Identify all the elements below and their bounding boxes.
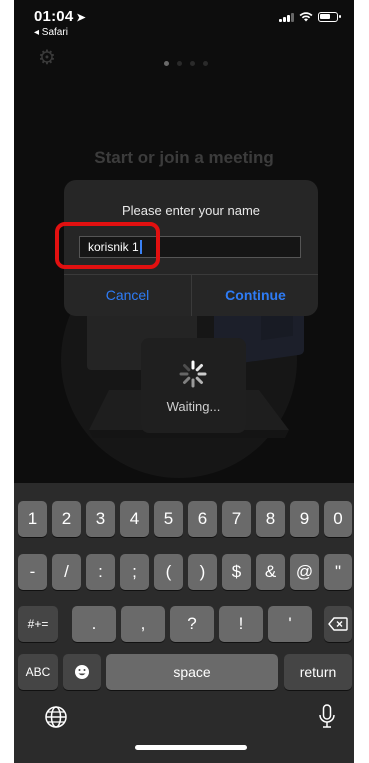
keyboard: 1 2 3 4 5 6 7 8 9 0 - / : ; ( ) $ & @ " … — [14, 483, 354, 763]
key-ampersand[interactable]: & — [256, 554, 285, 590]
key-semicolon[interactable]: ; — [120, 554, 149, 590]
key-7[interactable]: 7 — [222, 501, 251, 537]
key-3[interactable]: 3 — [86, 501, 115, 537]
key-dollar[interactable]: $ — [222, 554, 251, 590]
key-1[interactable]: 1 — [18, 501, 47, 537]
page-dot — [190, 61, 195, 66]
key-question[interactable]: ? — [170, 606, 214, 642]
highlight-annotation — [55, 222, 160, 269]
continue-button[interactable]: Continue — [192, 275, 318, 316]
key-quote[interactable]: " — [324, 554, 352, 590]
page-dot — [177, 61, 182, 66]
page-indicator-dots — [164, 61, 208, 66]
status-icons — [279, 11, 341, 22]
key-at[interactable]: @ — [290, 554, 319, 590]
space-key[interactable]: space — [106, 654, 278, 690]
key-6[interactable]: 6 — [188, 501, 217, 537]
settings-gear-icon[interactable]: ⚙ — [38, 48, 58, 68]
key-period[interactable]: . — [72, 606, 116, 642]
key-apostrophe[interactable]: ' — [268, 606, 312, 642]
key-open-paren[interactable]: ( — [154, 554, 183, 590]
phone-screen: 01:04 ➤ ◂ Safari ⚙ Start or join a meetin… — [14, 0, 354, 763]
key-comma[interactable]: , — [121, 606, 165, 642]
symbols-toggle-key[interactable]: #+= — [18, 606, 58, 642]
key-close-paren[interactable]: ) — [188, 554, 217, 590]
abc-key[interactable]: ABC — [18, 654, 58, 690]
key-exclamation[interactable]: ! — [219, 606, 263, 642]
return-key[interactable]: return — [284, 654, 352, 690]
key-colon[interactable]: : — [86, 554, 115, 590]
status-time-text: 01:04 — [34, 8, 74, 25]
emoji-key[interactable] — [63, 654, 101, 690]
battery-icon — [318, 11, 341, 22]
globe-icon[interactable] — [44, 705, 68, 729]
key-9[interactable]: 9 — [290, 501, 319, 537]
key-0[interactable]: 0 — [324, 501, 352, 537]
waiting-indicator: Waiting... — [141, 338, 246, 433]
cellular-signal-icon — [279, 12, 294, 22]
key-hyphen[interactable]: - — [18, 554, 47, 590]
status-time: 01:04 ➤ — [34, 8, 86, 25]
status-bar: 01:04 ➤ ◂ Safari — [14, 0, 354, 44]
spinner-icon — [179, 360, 207, 388]
waiting-label: Waiting... — [166, 399, 221, 414]
dialog-title: Please enter your name — [121, 203, 261, 218]
key-5[interactable]: 5 — [154, 501, 183, 537]
home-indicator — [135, 745, 247, 750]
background-title: Start or join a meeting — [94, 148, 274, 167]
location-arrow-icon: ➤ — [76, 12, 86, 24]
key-4[interactable]: 4 — [120, 501, 149, 537]
page-dot — [164, 61, 169, 66]
emoji-icon — [75, 665, 89, 679]
microphone-icon[interactable] — [318, 703, 336, 731]
key-2[interactable]: 2 — [52, 501, 81, 537]
cancel-button[interactable]: Cancel — [64, 275, 191, 316]
key-8[interactable]: 8 — [256, 501, 285, 537]
page-dot — [203, 61, 208, 66]
backspace-icon — [328, 617, 348, 631]
delete-key[interactable] — [324, 606, 352, 642]
back-to-safari-link[interactable]: ◂ Safari — [34, 27, 68, 38]
key-slash[interactable]: / — [52, 554, 81, 590]
wifi-icon — [299, 12, 313, 22]
